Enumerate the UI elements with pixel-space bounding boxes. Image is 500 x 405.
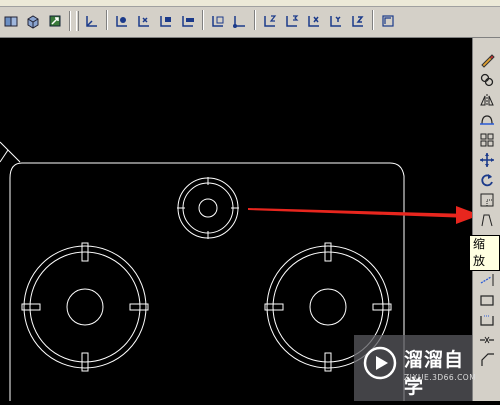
watermark: 溜溜自学 ZIXUE.3D66.COM xyxy=(354,335,476,401)
annotation-arrow xyxy=(248,206,480,224)
extend-icon[interactable] xyxy=(476,270,498,289)
solid-box-icon[interactable] xyxy=(22,10,44,32)
mirror-icon[interactable] xyxy=(476,90,498,109)
ucs-y-icon[interactable] xyxy=(325,10,347,32)
view-3d-icon[interactable] xyxy=(0,10,22,32)
ucs-origin-icon[interactable] xyxy=(229,10,251,32)
toolbar-separator xyxy=(106,10,108,30)
offset-icon[interactable] xyxy=(476,110,498,129)
ucs-3point-icon[interactable] xyxy=(281,10,303,32)
rotate-view-icon[interactable] xyxy=(44,10,66,32)
ucs-z-icon[interactable] xyxy=(347,10,369,32)
break-icon[interactable] xyxy=(476,290,498,309)
toolbar-separator xyxy=(372,10,374,30)
ucs-apply-icon[interactable] xyxy=(377,10,399,32)
watermark-url: ZIXUE.3D66.COM xyxy=(404,373,477,382)
toolbar-row xyxy=(0,9,399,33)
ucs-object-icon[interactable] xyxy=(177,10,199,32)
left-burner xyxy=(21,242,149,372)
ucs-view-icon[interactable] xyxy=(207,10,229,32)
modify-toolbar xyxy=(472,38,500,401)
scale-icon[interactable] xyxy=(476,190,498,209)
ucs-previous-icon[interactable] xyxy=(133,10,155,32)
move-icon[interactable] xyxy=(476,150,498,169)
rotate-icon[interactable] xyxy=(476,170,498,189)
stretch-icon[interactable] xyxy=(476,210,498,229)
watermark-title: 溜溜自学 xyxy=(404,349,465,398)
toolbar-separator xyxy=(254,10,256,30)
tooltip: 缩放 xyxy=(469,235,500,271)
ucs-icon[interactable] xyxy=(81,10,103,32)
toolbar-separator xyxy=(69,11,71,31)
ucs-world-icon[interactable] xyxy=(111,10,133,32)
ucs-x-icon[interactable] xyxy=(303,10,325,32)
array-icon[interactable] xyxy=(476,130,498,149)
top-burner xyxy=(177,177,239,239)
corner-tick-line xyxy=(0,149,9,163)
toolbar-top-strip xyxy=(0,0,500,7)
toolbar-separator xyxy=(202,10,204,30)
top-toolbar xyxy=(0,0,500,38)
fillet-icon[interactable] xyxy=(476,350,498,369)
erase-icon[interactable] xyxy=(476,50,498,69)
ucs-toolbar-group xyxy=(81,10,399,32)
copy-icon[interactable] xyxy=(476,70,498,89)
toolbar-grip[interactable] xyxy=(76,11,79,31)
join-icon[interactable] xyxy=(476,310,498,329)
ucs-zaxis-icon[interactable] xyxy=(259,10,281,32)
watermark-logo-icon xyxy=(363,346,397,380)
corner-tick-line xyxy=(0,141,21,163)
chamfer-icon[interactable] xyxy=(476,330,498,349)
ucs-face-icon[interactable] xyxy=(155,10,177,32)
